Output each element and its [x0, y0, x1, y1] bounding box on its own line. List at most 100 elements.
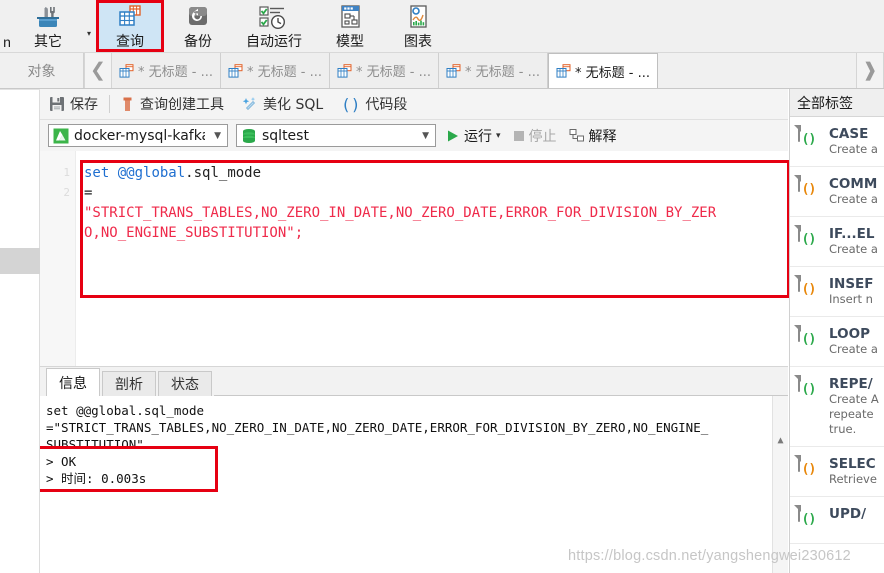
save-label: 保存 — [70, 97, 98, 113]
query-tab-3-label: * 无标题 - ... — [356, 65, 431, 80]
query-tab-4[interactable]: * 无标题 - ... — [439, 53, 548, 88]
code-file-icon: () — [798, 275, 822, 304]
sql-token-string-line2: O,NO_ENGINE_SUBSTITUTION"; — [84, 225, 304, 241]
database-select[interactable]: sqltest ▼ — [236, 124, 436, 147]
stop-button[interactable]: 停止 — [511, 126, 559, 146]
chevron-left-icon: ❮ — [90, 60, 106, 81]
tab-scroll-left-button[interactable]: ❮ — [84, 53, 112, 88]
code-snippet-button[interactable]: () 代码段 — [332, 89, 416, 120]
query-grid-small-icon — [228, 63, 243, 78]
model-icon — [335, 3, 365, 33]
tabs-container: * 无标题 - ... * 无标题 - ... * 无标题 - ... * 无标… — [112, 53, 856, 88]
snippet-text-block: LOOP Create a — [829, 326, 884, 357]
chevron-down-icon[interactable]: ▼ — [210, 131, 225, 141]
chevron-up-icon[interactable]: ▲ — [773, 430, 788, 449]
status-line-ok: > OK — [46, 454, 77, 469]
ribbon-overflow-caret[interactable]: ▾ — [82, 0, 96, 52]
snippet-item-select[interactable]: () SELEC Retrieve — [790, 447, 884, 497]
snippet-item-case[interactable]: () CASE Create a — [790, 117, 884, 167]
sidebar-header[interactable]: 全部标签 — [790, 89, 884, 117]
query-builder-button[interactable]: 查询创建工具 — [112, 89, 233, 120]
line-number-1: 1 — [63, 166, 70, 179]
log-line-1: set @@global.sql_mode — [46, 403, 205, 418]
code-file-icon: () — [798, 455, 822, 484]
query-tab-4-label: * 无标题 - ... — [465, 65, 540, 80]
sparkle-wand-icon — [242, 96, 258, 112]
editor-line-gutter: 1 2 — [40, 151, 76, 366]
snippet-glyph: () — [801, 461, 817, 477]
parentheses-icon: () — [341, 94, 361, 114]
results-panel: 信息 剖析 状态 set @@global.sql_mode ="STRICT_… — [40, 366, 788, 573]
editor-toolbar: 保存 查询创建工具 美化 SQL () 代码段 — [40, 89, 788, 120]
ribbon-button-backup[interactable]: 备份 — [164, 0, 232, 52]
snippet-desc: Create A repeate true. — [829, 392, 879, 436]
tab-profile[interactable]: 剖析 — [102, 371, 156, 396]
snippet-title: LOOP — [829, 326, 870, 342]
sql-code-content[interactable]: set @@global.sql_mode = "STRICT_TRANS_TA… — [84, 163, 784, 243]
log-line-2: ="STRICT_TRANS_TABLES,NO_ZERO_IN_DATE,NO… — [46, 420, 709, 435]
snippet-glyph: () — [801, 181, 817, 197]
ribbon-button-query[interactable]: 查询 — [96, 0, 164, 52]
snippet-item-repeat[interactable]: () REPE/ Create A repeate true. — [790, 367, 884, 447]
ribbon-button-model[interactable]: 模型 — [316, 0, 384, 52]
results-tab-filler — [214, 371, 788, 396]
ribbon-button-chart[interactable]: 图表 — [384, 0, 452, 52]
ribbon-button-automation[interactable]: 自动运行 — [232, 0, 316, 52]
ribbon-btn-partial[interactable]: n — [0, 0, 14, 52]
query-tab-2[interactable]: * 无标题 - ... — [221, 53, 330, 88]
snippet-text-block: CASE Create a — [829, 126, 884, 157]
tab-info-label: 信息 — [59, 375, 87, 392]
query-tab-5-label: * 无标题 - ... — [575, 65, 650, 81]
sql-token-string-line1: "STRICT_TRANS_TABLES,NO_ZERO_IN_DATE,NO_… — [84, 205, 717, 221]
left-strip-selected-block[interactable] — [0, 248, 40, 274]
query-tab-1[interactable]: * 无标题 - ... — [112, 53, 221, 88]
sql-token-field: .sql_mode — [185, 165, 262, 181]
tab-object[interactable]: 对象 — [0, 53, 84, 88]
snippet-item-loop[interactable]: () LOOP Create a — [790, 317, 884, 367]
run-button[interactable]: 运行 ▾ — [444, 126, 503, 146]
stop-square-icon — [513, 130, 525, 142]
snippet-item-ifelse[interactable]: () IF...EL Create a — [790, 217, 884, 267]
ribbon-button-other[interactable]: 其它 — [14, 0, 82, 52]
explain-button[interactable]: 解释 — [567, 126, 619, 146]
snippet-desc: Create a — [829, 242, 878, 256]
query-grid-small-icon — [446, 63, 461, 78]
save-button[interactable]: 保存 — [40, 89, 107, 120]
snippet-text-block: UPD/ — [829, 506, 884, 534]
snippet-glyph: () — [801, 511, 817, 527]
sql-editor[interactable]: 1 2 set @@global.sql_mode = "STRICT_TRAN… — [40, 151, 788, 366]
results-scrollbar[interactable]: ▲ — [772, 396, 788, 573]
sql-token-space — [109, 165, 117, 181]
chevron-right-double-icon: ❱ — [862, 60, 878, 81]
query-tab-strip: 对象 ❮ * 无标题 - ... * 无标题 - ... * 无标题 - ...… — [0, 53, 884, 89]
query-grid-small-icon — [337, 63, 352, 78]
left-navigation-strip — [0, 53, 40, 573]
ribbon-label-other: 其它 — [34, 34, 62, 50]
snippet-item-insert[interactable]: () INSEF Insert n — [790, 267, 884, 317]
snippet-glyph: () — [801, 281, 817, 297]
run-dropdown-caret[interactable]: ▾ — [496, 131, 501, 141]
query-grid-small-icon — [556, 64, 571, 78]
tab-status[interactable]: 状态 — [158, 371, 212, 396]
query-tab-5[interactable]: * 无标题 - ... — [548, 53, 658, 88]
connection-select[interactable]: docker-mysql-kafka2 ▼ — [48, 124, 228, 147]
tab-status-label: 状态 — [171, 377, 199, 393]
snippet-item-comment[interactable]: () COMM Create a — [790, 167, 884, 217]
log-line-3: SUBSTITUTION" — [46, 437, 144, 452]
snippet-item-update[interactable]: () UPD/ — [790, 497, 884, 544]
sql-token-set: set — [84, 165, 110, 181]
ribbon-label-automation: 自动运行 — [246, 34, 302, 50]
query-tab-3[interactable]: * 无标题 - ... — [330, 53, 439, 88]
results-log-body[interactable]: set @@global.sql_mode ="STRICT_TRANS_TAB… — [40, 396, 788, 573]
tab-info[interactable]: 信息 — [46, 368, 100, 396]
navicat-window: n 其它 ▾ 查询 备份 自动运行 模型 图表 对象 ❮ * 无标题 - ...… — [0, 0, 884, 573]
run-label: 运行 — [464, 128, 492, 145]
tab-scroll-right-button[interactable]: ❱ — [856, 53, 884, 88]
save-disk-icon — [49, 96, 65, 112]
chevron-down-icon[interactable]: ▼ — [418, 131, 433, 141]
beautify-sql-button[interactable]: 美化 SQL — [233, 89, 332, 120]
snippets-sidebar: 全部标签 () CASE Create a () COMM Create a (… — [789, 89, 884, 573]
query-tab-2-label: * 无标题 - ... — [247, 65, 322, 80]
explain-plan-icon — [569, 128, 585, 144]
ribbon-partial-label: n — [3, 34, 11, 50]
